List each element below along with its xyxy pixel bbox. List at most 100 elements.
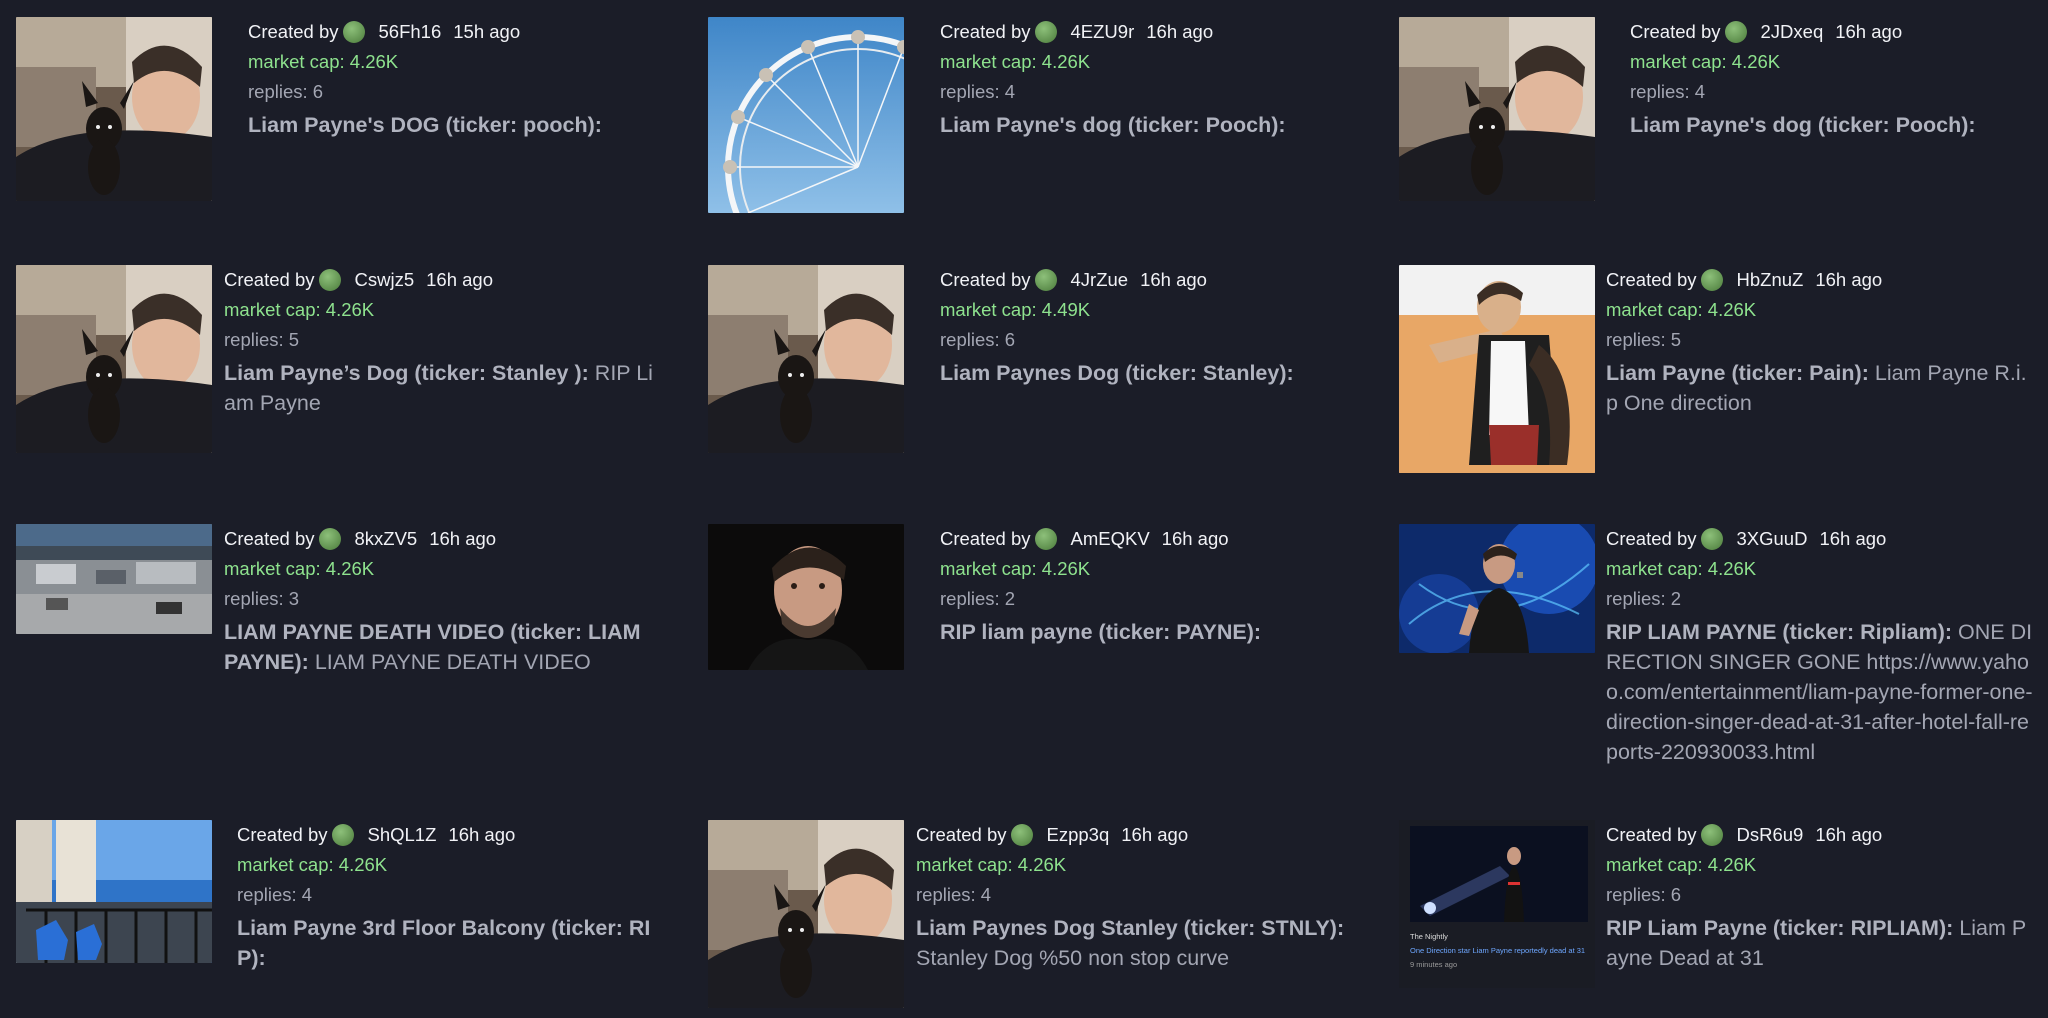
news-text: The Nightly One Direction star Liam Payn… bbox=[1410, 931, 1588, 970]
coin-name: Liam Payne 3rd Floor Balcony (ticker: RI… bbox=[237, 916, 651, 970]
creator-username[interactable]: Cswjz5 bbox=[355, 269, 415, 290]
created-by-label: Created by bbox=[224, 528, 315, 549]
replies-count: 5 bbox=[1670, 329, 1682, 350]
user-avatar-icon[interactable] bbox=[1034, 21, 1057, 43]
news-time: 9 minutes ago bbox=[1410, 960, 1458, 969]
replies-count: 6 bbox=[1004, 329, 1016, 350]
replies-label: replies: bbox=[940, 588, 1005, 609]
replies-label: replies: bbox=[940, 81, 1005, 102]
creator-username[interactable]: Ezpp3q bbox=[1047, 824, 1110, 845]
created-by-label: Created by bbox=[940, 21, 1031, 42]
creator-username[interactable]: 3XGuuD bbox=[1737, 528, 1808, 549]
market-cap-value: 4.26K bbox=[325, 558, 375, 579]
user-avatar-icon[interactable] bbox=[1700, 528, 1723, 550]
user-avatar-icon[interactable] bbox=[331, 824, 354, 846]
created-by-label: Created by bbox=[1630, 21, 1721, 42]
market-cap-label: market cap: bbox=[248, 51, 350, 72]
user-avatar-icon[interactable] bbox=[1700, 824, 1723, 846]
market-cap-label: market cap: bbox=[916, 854, 1018, 875]
coin-image[interactable] bbox=[16, 17, 212, 201]
replies-count: 2 bbox=[1004, 588, 1016, 609]
market-cap-label: market cap: bbox=[224, 299, 326, 320]
user-avatar-icon[interactable] bbox=[1034, 528, 1057, 550]
created-time: 16h ago bbox=[429, 528, 497, 549]
coin-name: Liam Payne's DOG (ticker: pooch): bbox=[248, 113, 602, 137]
user-avatar-icon[interactable] bbox=[1034, 269, 1057, 291]
market-cap-label: market cap: bbox=[237, 854, 339, 875]
coin-image[interactable] bbox=[708, 820, 904, 1008]
coin-image[interactable] bbox=[708, 265, 904, 453]
creator-username[interactable]: ShQL1Z bbox=[368, 824, 437, 845]
replies-count: 4 bbox=[980, 884, 992, 905]
created-by-label: Created by bbox=[248, 21, 339, 42]
user-avatar-icon[interactable] bbox=[342, 21, 365, 43]
user-avatar-icon[interactable] bbox=[318, 269, 341, 291]
replies-label: replies: bbox=[224, 329, 289, 350]
created-time: 16h ago bbox=[1140, 269, 1207, 290]
created-time: 16h ago bbox=[1815, 824, 1883, 845]
coin-image[interactable] bbox=[16, 524, 212, 634]
user-avatar-icon[interactable] bbox=[1724, 21, 1747, 43]
created-by-label: Created by bbox=[940, 269, 1031, 290]
coin-image[interactable]: The Nightly One Direction star Liam Payn… bbox=[1399, 820, 1595, 988]
market-cap-value: 4.26K bbox=[1707, 854, 1757, 875]
coin-image[interactable] bbox=[16, 820, 212, 963]
coin-image[interactable] bbox=[708, 524, 904, 670]
user-avatar-icon[interactable] bbox=[1700, 269, 1723, 291]
creator-username[interactable]: AmEQKV bbox=[1071, 528, 1150, 549]
created-time: 16h ago bbox=[448, 824, 516, 845]
created-by-label: Created by bbox=[1606, 528, 1697, 549]
market-cap-label: market cap: bbox=[940, 51, 1042, 72]
replies-count: 4 bbox=[301, 884, 313, 905]
creator-username[interactable]: 4JrZue bbox=[1071, 269, 1129, 290]
coin-image[interactable] bbox=[1399, 17, 1595, 201]
replies-label: replies: bbox=[224, 588, 289, 609]
market-cap-value: 4.26K bbox=[1731, 51, 1781, 72]
replies-count: 5 bbox=[288, 329, 300, 350]
market-cap-value: 4.26K bbox=[1041, 558, 1091, 579]
replies-count: 4 bbox=[1004, 81, 1016, 102]
market-cap-label: market cap: bbox=[1630, 51, 1732, 72]
market-cap-value: 4.26K bbox=[1707, 299, 1757, 320]
created-time: 16h ago bbox=[1815, 269, 1883, 290]
coin-image[interactable] bbox=[708, 17, 904, 213]
replies-count: 2 bbox=[1670, 588, 1682, 609]
creator-username[interactable]: 8kxZV5 bbox=[355, 528, 418, 549]
market-cap-value: 4.49K bbox=[1041, 299, 1091, 320]
coin-name: Liam Payne's dog (ticker: Pooch): bbox=[940, 113, 1286, 137]
creator-username[interactable]: DsR6u9 bbox=[1737, 824, 1804, 845]
created-by-label: Created by bbox=[940, 528, 1031, 549]
coin-name: Liam Paynes Dog (ticker: Stanley): bbox=[940, 361, 1294, 385]
coin-description: LIAM PAYNE DEATH VIDEO bbox=[314, 650, 591, 674]
user-avatar-icon[interactable] bbox=[1010, 824, 1033, 846]
replies-label: replies: bbox=[1630, 81, 1695, 102]
coin-image[interactable] bbox=[1399, 524, 1595, 653]
replies-label: replies: bbox=[916, 884, 981, 905]
market-cap-label: market cap: bbox=[1606, 558, 1708, 579]
coin-name: RIP liam payne (ticker: PAYNE): bbox=[940, 620, 1262, 644]
replies-label: replies: bbox=[940, 329, 1005, 350]
market-cap-label: market cap: bbox=[940, 558, 1042, 579]
replies-count: 6 bbox=[312, 81, 324, 102]
market-cap-label: market cap: bbox=[1606, 854, 1708, 875]
market-cap-value: 4.26K bbox=[1017, 854, 1067, 875]
replies-count: 3 bbox=[288, 588, 300, 609]
coin-image[interactable] bbox=[1399, 265, 1595, 473]
coin-name: Liam Payne’s Dog (ticker: Stanley ): bbox=[224, 361, 589, 385]
user-avatar-icon[interactable] bbox=[318, 528, 341, 550]
created-by-label: Created by bbox=[1606, 824, 1697, 845]
replies-label: replies: bbox=[248, 81, 313, 102]
coin-image[interactable] bbox=[16, 265, 212, 453]
created-time: 16h ago bbox=[1161, 528, 1229, 549]
created-time: 16h ago bbox=[1146, 21, 1214, 42]
created-time: 16h ago bbox=[1819, 528, 1887, 549]
creator-username[interactable]: 56Fh16 bbox=[379, 21, 442, 42]
market-cap-value: 4.26K bbox=[349, 51, 399, 72]
created-time: 16h ago bbox=[1121, 824, 1189, 845]
creator-username[interactable]: HbZnuZ bbox=[1737, 269, 1804, 290]
replies-count: 6 bbox=[1670, 884, 1682, 905]
news-photo bbox=[1410, 826, 1588, 922]
coin-name: RIP Liam Payne (ticker: RIPLIAM): bbox=[1606, 916, 1954, 940]
creator-username[interactable]: 2JDxeq bbox=[1761, 21, 1824, 42]
creator-username[interactable]: 4EZU9r bbox=[1071, 21, 1135, 42]
